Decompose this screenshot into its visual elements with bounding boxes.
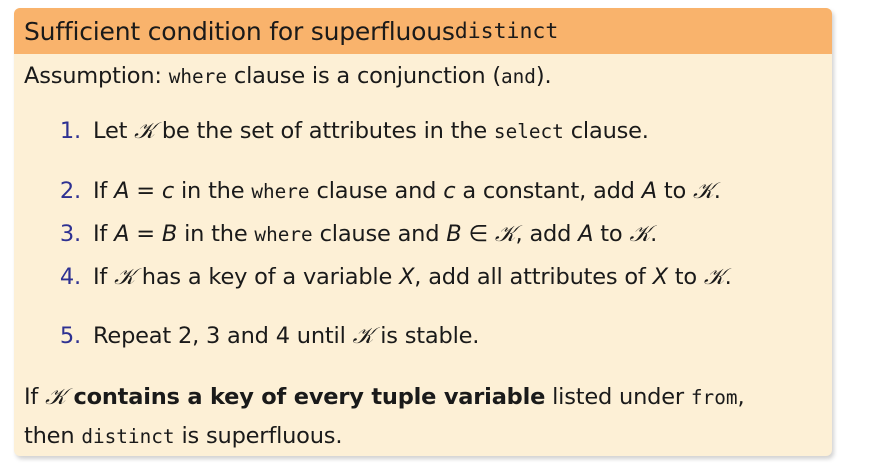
code-where: where <box>254 223 313 246</box>
code-from: from <box>690 386 738 409</box>
assumption-line: Assumption: where clause is a conjunctio… <box>24 63 552 89</box>
step-number: 3. <box>59 221 81 247</box>
assumption-mid: clause is a conjunction ( <box>226 63 501 89</box>
set-k-symbol: 𝒦 <box>629 221 651 247</box>
set-k-symbol: 𝒦 <box>134 118 155 144</box>
step-text: a constant, add <box>455 178 642 204</box>
element-of-symbol: ∈ <box>461 221 495 247</box>
step-text: clause and <box>312 221 447 247</box>
step-number: 2. <box>59 178 81 204</box>
conclusion-text: , <box>737 384 745 410</box>
assumption-lead: Assumption: <box>24 63 169 89</box>
var-a: A <box>114 178 130 204</box>
set-k-symbol: 𝒦 <box>45 384 66 410</box>
step-text: Let <box>93 118 135 144</box>
theorem-block: Sufficient condition for superfluous dis… <box>14 8 832 456</box>
step-text: to <box>656 178 693 204</box>
step-text: , add all attributes of <box>414 264 653 290</box>
code-select: select <box>493 120 564 143</box>
conclusion-line-1: If 𝒦 contains a key of every tuple varia… <box>24 378 745 417</box>
var-x: X <box>652 264 668 290</box>
step-number: 1. <box>59 118 81 144</box>
conclusion-text: listed under <box>545 384 691 410</box>
step-text: in the <box>177 221 255 247</box>
step-text: . <box>650 221 658 247</box>
title-text: Sufficient condition for superfluous <box>24 16 455 46</box>
step-5: 5. Repeat 2, 3 and 4 until 𝒦 is stable. <box>41 323 480 349</box>
step-text: has a key of a variable <box>134 264 400 290</box>
var-b: B <box>446 221 462 247</box>
step-text: . <box>724 264 732 290</box>
block-title: Sufficient condition for superfluous dis… <box>14 8 832 54</box>
step-text: Repeat 2, 3 and 4 until <box>93 323 353 349</box>
step-number: 5. <box>59 323 81 349</box>
conclusion-text: then <box>24 423 82 449</box>
step-text: is stable. <box>373 323 480 349</box>
conclusion: If 𝒦 contains a key of every tuple varia… <box>24 378 745 456</box>
step-2: 2. If A = c in the where clause and c a c… <box>41 178 721 204</box>
step-text: clause. <box>563 118 649 144</box>
set-k-symbol: 𝒦 <box>114 264 135 290</box>
var-b: B <box>161 221 178 247</box>
var-a: A <box>641 178 657 204</box>
conclusion-text: If <box>24 384 46 410</box>
step-text: If <box>93 264 115 290</box>
code-where: where <box>251 180 310 203</box>
conclusion-line-2: then distinct is superfluous. <box>24 417 744 456</box>
title-code-distinct: distinct <box>454 18 559 44</box>
conclusion-text: is superfluous. <box>174 423 343 449</box>
conclusion-bold-text: contains a key of every tuple variable <box>65 384 546 410</box>
set-k-symbol: 𝒦 <box>692 178 714 204</box>
var-a: A <box>578 221 594 247</box>
step-4: 4. If 𝒦 has a key of a variable X, add al… <box>41 264 732 290</box>
code-and: and <box>500 65 536 88</box>
step-text: = <box>129 178 162 204</box>
var-c: c <box>161 178 175 204</box>
code-where: where <box>168 65 227 88</box>
step-text: . <box>713 178 721 204</box>
step-text: If <box>93 178 115 204</box>
step-text: to <box>667 264 704 290</box>
step-number: 4. <box>59 264 81 290</box>
code-distinct: distinct <box>81 425 175 448</box>
set-k-symbol: 𝒦 <box>494 221 516 247</box>
step-1: 1. Let 𝒦 be the set of attributes in the … <box>41 118 649 144</box>
var-c: c <box>443 178 456 204</box>
step-text: If <box>93 221 115 247</box>
var-a: A <box>114 221 130 247</box>
var-x: X <box>399 264 415 290</box>
step-3: 3. If A = B in the where clause and B ∈ 𝒦… <box>41 221 657 247</box>
step-text: clause and <box>309 178 444 204</box>
set-k-symbol: 𝒦 <box>352 323 374 349</box>
step-text: be the set of attributes in the <box>154 118 494 144</box>
set-k-symbol: 𝒦 <box>703 264 725 290</box>
assumption-end: ). <box>535 63 552 89</box>
step-text: = <box>129 221 162 247</box>
step-text: in the <box>174 178 252 204</box>
step-text: , add <box>515 221 579 247</box>
step-text: to <box>593 221 630 247</box>
